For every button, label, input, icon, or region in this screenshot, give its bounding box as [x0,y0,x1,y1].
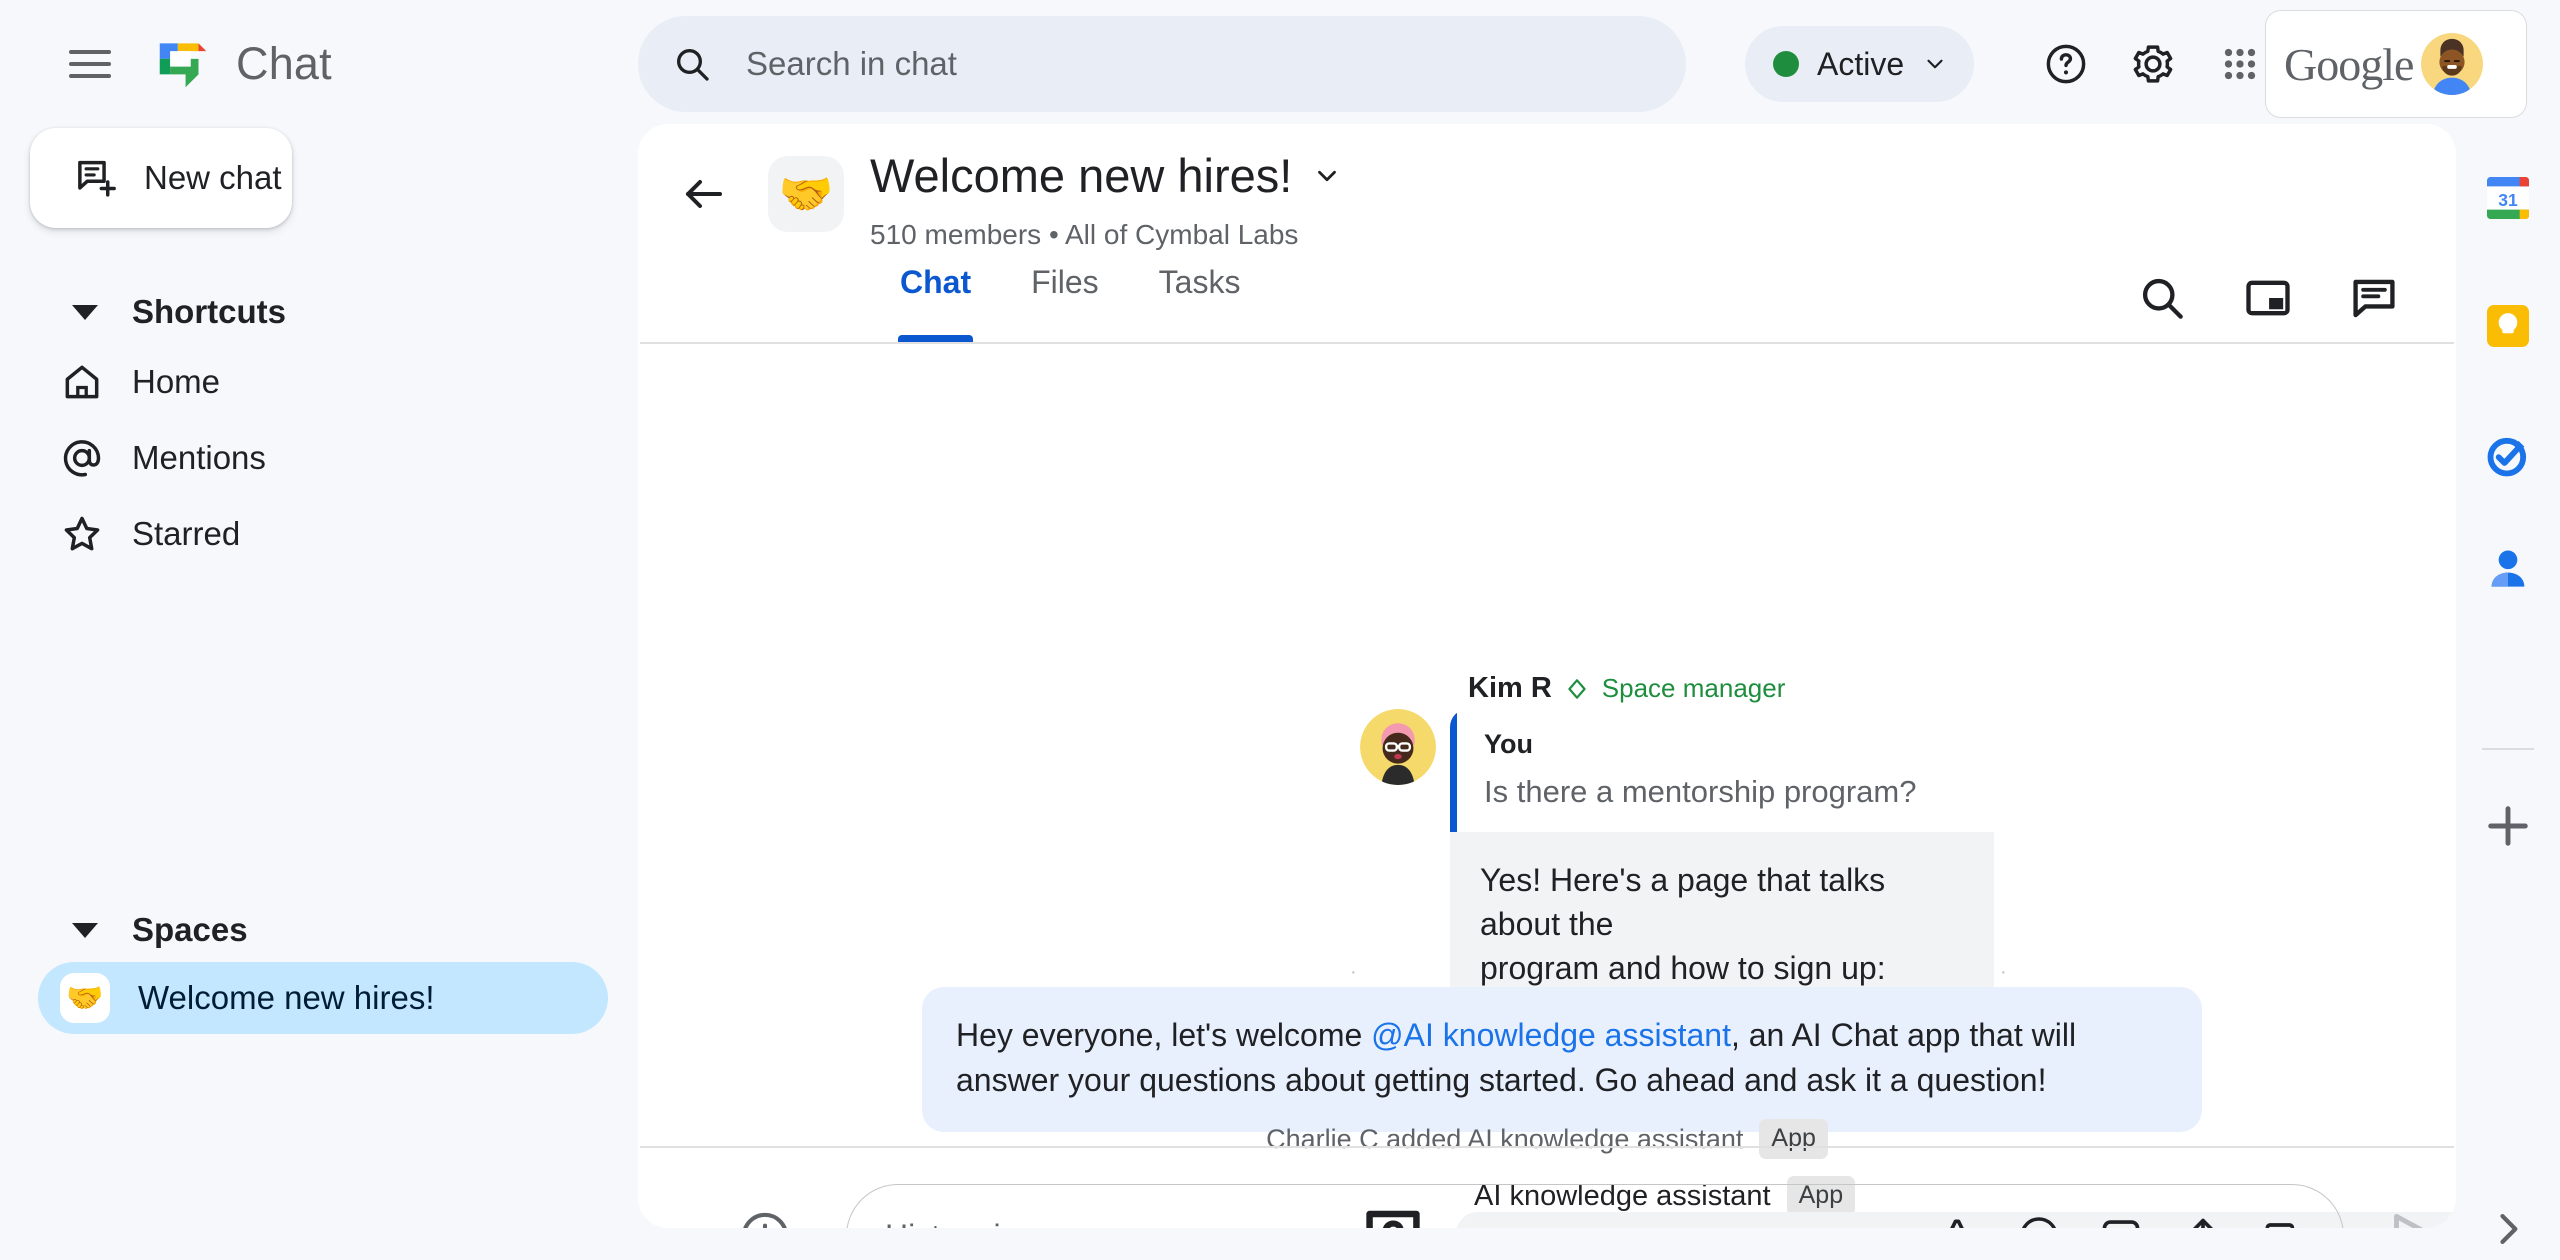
chevron-right-icon[interactable] [2486,1207,2530,1251]
composer-tools: GIF [1935,1214,2307,1228]
home-icon [65,365,99,399]
sidebar-item-starred[interactable]: Starred [0,496,638,572]
message-composer: History is on GIF [638,1146,2456,1228]
app-brand: Chat [152,33,332,95]
sidebar-item-home[interactable]: Home [0,344,638,420]
tab-files[interactable]: Files [1001,264,1129,342]
sidebar-item-mentions[interactable]: Mentions [0,420,638,496]
message-author-row: Kim R Space manager [1468,672,1785,705]
emoji-icon[interactable] [2017,1214,2061,1228]
video-add-icon[interactable] [2263,1214,2307,1228]
sidebar: New chat Shortcuts Home Mentions Starred… [0,128,638,1260]
spaces-section: Spaces 🤝 Welcome new hires! [0,898,638,1034]
space-avatar: 🤝 [768,156,844,232]
google-wordmark: Google [2284,38,2414,90]
at-sign-icon [63,440,101,477]
google-tasks-icon[interactable] [2480,428,2536,484]
message-author: Kim R [1468,672,1552,704]
role-badge: Space manager [1601,673,1786,703]
help-circle-icon [2046,44,2086,84]
side-apps-rail: 31 [2456,128,2560,1260]
send-button[interactable] [2386,1208,2442,1228]
chevron-down-icon [1318,170,1337,181]
conversation-header: 🤝 Welcome new hires! 510 members • All o… [638,124,2456,264]
message-input-placeholder: History is on [885,1218,1935,1229]
kim-avatar [1360,709,1436,785]
message-input[interactable]: History is on GIF [846,1184,2344,1228]
google-keep-icon[interactable] [2480,298,2536,354]
reply-line-2: program and how to sign up: [1480,950,1886,987]
quote-text: Is there a mentorship program? [1484,774,1917,809]
upload-icon[interactable] [2181,1214,2225,1228]
caret-down-icon [72,304,98,320]
space-subtitle: 510 members • All of Cymbal Labs [870,219,1299,250]
new-chat-icon [78,160,116,197]
conversation-tabs: Chat Files Tasks [870,264,2456,342]
calendar-day-number: 31 [2498,190,2518,210]
hamburger-menu-icon[interactable] [50,24,130,104]
conversation-card: 🤝 Welcome new hires! 510 members • All o… [638,124,2456,1228]
reply-line-1: Yes! Here's a page that talks about the [1480,862,1886,943]
status-label: Active [1817,45,1905,82]
google-contacts-icon[interactable] [2480,540,2536,596]
caret-down-icon [72,922,98,938]
search-icon [677,49,709,81]
search-input[interactable]: Search in chat [638,16,1686,112]
ai-assistant-mention[interactable]: @AI knowledge assistant [1371,1017,1731,1053]
space-label: Welcome new hires! [138,979,435,1016]
format-text-icon[interactable] [1935,1214,1979,1228]
shortcuts-section: Shortcuts Home Mentions Starred [0,280,638,572]
tab-tasks[interactable]: Tasks [1129,264,1271,342]
google-chat-logo [159,43,207,88]
google-calendar-icon[interactable]: 31 [2480,170,2536,226]
hover-marker-left: · [1350,961,1357,983]
status-chip[interactable]: Active [1745,26,1975,102]
gear-icon [2133,45,2173,83]
avatar [2421,33,2484,95]
sidebar-item-label: Mentions [132,439,266,476]
gif-icon[interactable]: GIF [2099,1214,2143,1228]
hover-marker-right: · [2000,961,2007,983]
page-title: Welcome new hires! [870,149,1293,202]
spaces-header[interactable]: Spaces [0,898,638,962]
rail-divider [2482,748,2534,750]
sidebar-item-label: Starred [132,515,241,552]
shortcuts-title: Shortcuts [132,293,287,330]
app-name: Chat [236,38,332,89]
space-title-button[interactable]: Welcome new hires! [870,148,1342,203]
sidebar-item-welcome-new-hires[interactable]: 🤝 Welcome new hires! [38,962,608,1034]
quote-block: You Is there a mentorship program? [1450,709,1994,832]
handshake-icon: 🤝 [60,973,110,1023]
plus-circle-icon[interactable] [738,1209,792,1228]
welcome-text-before: Hey everyone, let's welcome [956,1017,1372,1053]
new-chat-label: New chat [144,159,282,196]
shortcuts-header[interactable]: Shortcuts [0,280,638,344]
chevron-down-icon [1927,59,1943,69]
status-dot [1773,51,1799,77]
quote-author: You [1484,729,1533,759]
diamond-icon [1568,678,1586,699]
account-button[interactable]: Google [2265,10,2527,118]
tab-chat[interactable]: Chat [870,264,1001,342]
settings-button[interactable] [2117,28,2189,100]
message-list: Kim R Space manager You Is there a mento [638,344,2456,1228]
help-button[interactable] [2030,28,2102,100]
add-icon[interactable] [2480,798,2536,854]
apps-grid-icon [2224,48,2256,80]
welcome-message-bubble: Hey everyone, let's welcome @AI knowledg… [922,987,2202,1132]
spaces-title: Spaces [132,911,248,948]
new-chat-button[interactable]: New chat [30,128,292,228]
sidebar-item-label: Home [132,363,221,400]
star-icon [64,516,100,551]
search-placeholder: Search in chat [746,45,957,82]
back-arrow-icon[interactable] [680,170,728,218]
